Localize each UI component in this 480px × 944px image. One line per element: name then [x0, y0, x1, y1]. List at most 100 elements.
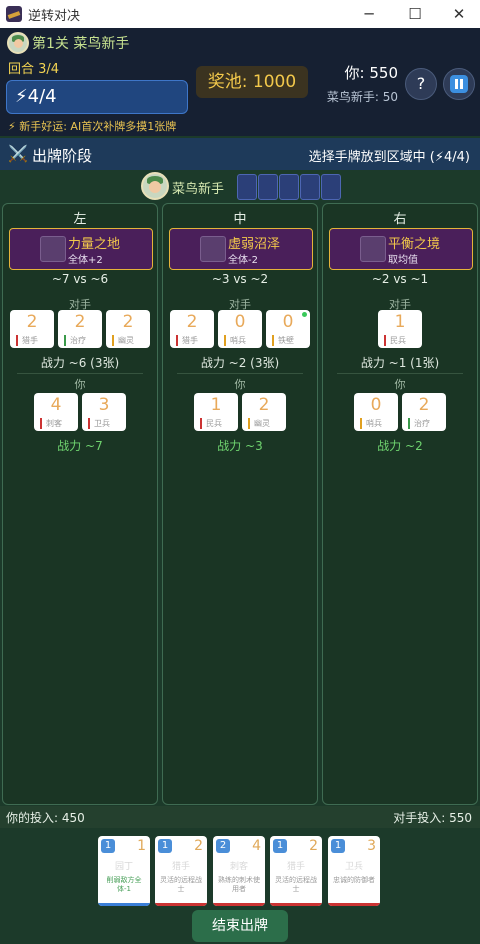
card-power: 2 — [258, 395, 270, 415]
location-name: 力量之地 — [68, 237, 121, 252]
phase-bar: ⚔️ 出牌阶段 选择手牌放到区域中 (⚡4/4) — [0, 138, 480, 170]
location-name: 平衡之境 — [388, 237, 441, 252]
stage-title: 第1关 菜鸟新手 — [32, 36, 130, 52]
opponent-power: 战力 ~2 (3张) — [200, 356, 280, 370]
opponent-played-card[interactable]: 2 猎手 — [10, 310, 54, 348]
card-type-bar — [155, 903, 207, 906]
card-label: 猎手 — [16, 335, 38, 346]
lane-title: 左 — [73, 212, 87, 227]
card-description: 熟练的刺术使用者 — [218, 876, 260, 893]
lane-divider — [17, 373, 143, 374]
minimize-button[interactable]: ─ — [346, 0, 392, 28]
opponent-hand-card — [258, 174, 278, 200]
player-cards: 1 民兵 2 幽灵 — [163, 393, 317, 433]
status-dot-icon — [302, 312, 307, 317]
card-cost: 1 — [158, 839, 172, 853]
maximize-button[interactable]: ☐ — [392, 0, 438, 28]
card-description: 削弱敌方全体-1 — [106, 876, 142, 893]
help-button[interactable]: ? — [405, 68, 437, 100]
card-cost: 1 — [101, 839, 115, 853]
window-title: 逆转对决 — [28, 9, 81, 24]
card-power: 2 — [74, 312, 86, 332]
round-counter: 回合 3/4 — [8, 62, 60, 77]
hand-card[interactable]: 2 4 刺客 熟练的刺术使用者 — [213, 836, 265, 906]
opponent-avatar-icon — [7, 32, 29, 54]
card-description: 灵活的远程战士 — [275, 876, 317, 893]
location-effect: 全体+2 — [68, 255, 103, 266]
card-power: 2 — [418, 395, 430, 415]
location-image-icon — [360, 236, 386, 262]
card-power: 3 — [98, 395, 110, 415]
card-description: 灵活的远程战士 — [160, 876, 202, 893]
location-card[interactable]: 平衡之境 取均值 — [329, 228, 473, 270]
opponent-score: 菜鸟新手: 50 — [326, 90, 398, 104]
card-name: 猎手 — [171, 862, 190, 872]
opponent-name: 菜鸟新手 — [172, 182, 225, 197]
opponent-played-card[interactable]: 1 民兵 — [378, 310, 422, 348]
opponent-investment: 对手投入: 550 — [393, 811, 472, 825]
card-label: 民兵 — [200, 418, 222, 429]
card-name: 猎手 — [286, 862, 305, 872]
location-card[interactable]: 力量之地 全体+2 — [9, 228, 153, 270]
location-card[interactable]: 虚弱沼泽 全体-2 — [169, 228, 313, 270]
player-cards: 0 哨兵 2 治疗 — [323, 393, 477, 433]
card-power: 2 — [26, 312, 38, 332]
card-type-bar — [98, 903, 150, 906]
player-played-card[interactable]: 0 哨兵 — [354, 393, 398, 431]
energy-display: ⚡4/4 — [6, 80, 188, 114]
investment-bar: 你的投入: 450 对手投入: 550 — [0, 806, 480, 828]
card-power: 3 — [367, 838, 376, 854]
phase-hint: 选择手牌放到区域中 (⚡4/4) — [308, 150, 470, 165]
player-played-card[interactable]: 3 卫兵 — [82, 393, 126, 431]
opponent-played-card[interactable]: 2 幽灵 — [106, 310, 150, 348]
lane-score: ~7 vs ~6 — [51, 272, 109, 286]
card-name: 园丁 — [114, 862, 133, 872]
opponent-cards: 2 猎手 2 治疗 2 幽灵 — [3, 310, 157, 350]
lane-0[interactable]: 左 力量之地 全体+2 ~7 vs ~6 对手 2 猎手 2 治疗 2 幽灵 战… — [2, 203, 158, 805]
location-effect: 取均值 — [388, 255, 418, 266]
energy-value: ⚡4/4 — [15, 86, 57, 107]
location-name: 虚弱沼泽 — [228, 237, 281, 252]
card-label: 哨兵 — [224, 335, 246, 346]
lane-title: 右 — [393, 212, 407, 227]
my-investment: 你的投入: 450 — [6, 811, 85, 825]
card-power: 2 — [309, 838, 318, 854]
location-image-icon — [200, 236, 226, 262]
player-label: 你 — [74, 378, 86, 391]
hand-card[interactable]: 1 2 猎手 灵活的远程战士 — [270, 836, 322, 906]
hand-card[interactable]: 1 3 卫兵 忠诚的防御者 — [328, 836, 380, 906]
window-titlebar: 逆转对决 ─ ☐ ✕ — [0, 0, 480, 28]
crossed-swords-icon: ⚔️ — [8, 144, 28, 163]
player-played-card[interactable]: 4 刺客 — [34, 393, 78, 431]
game-header: 第1关 菜鸟新手 回合 3/4 ⚡4/4 ⚡ 新手好运: AI首次补牌多摸1张牌… — [0, 28, 480, 136]
pause-icon — [450, 75, 468, 93]
card-power: 2 — [186, 312, 198, 332]
opponent-cards: 2 猎手 0 哨兵 0 铁壁 — [163, 310, 317, 350]
player-played-card[interactable]: 2 治疗 — [402, 393, 446, 431]
close-button[interactable]: ✕ — [436, 0, 480, 28]
card-type-bar — [270, 903, 322, 906]
player-played-card[interactable]: 1 民兵 — [194, 393, 238, 431]
pause-button[interactable] — [443, 68, 475, 100]
hand-card[interactable]: 1 1 园丁 削弱敌方全体-1 — [98, 836, 150, 906]
opponent-cards: 1 民兵 — [323, 310, 477, 350]
opponent-played-card[interactable]: 2 治疗 — [58, 310, 102, 348]
lane-1[interactable]: 中 虚弱沼泽 全体-2 ~3 vs ~2 对手 2 猎手 0 哨兵 0 铁壁 战… — [162, 203, 318, 805]
opponent-power: 战力 ~1 (1张) — [360, 356, 440, 370]
player-power: 战力 ~7 — [57, 439, 103, 453]
location-effect: 全体-2 — [228, 255, 258, 266]
card-label: 铁壁 — [272, 335, 294, 346]
location-image-icon — [40, 236, 66, 262]
hand-card[interactable]: 1 2 猎手 灵活的远程战士 — [155, 836, 207, 906]
app-icon — [6, 6, 22, 22]
lane-2[interactable]: 右 平衡之境 取均值 ~2 vs ~1 对手 1 民兵 战力 ~1 (1张) 你 0 — [322, 203, 478, 805]
opponent-played-card[interactable]: 0 铁壁 — [266, 310, 310, 348]
opponent-played-card[interactable]: 2 猎手 — [170, 310, 214, 348]
opponent-played-card[interactable]: 0 哨兵 — [218, 310, 262, 348]
lane-divider — [337, 373, 463, 374]
end-turn-button[interactable]: 结束出牌 — [192, 910, 288, 942]
player-played-card[interactable]: 2 幽灵 — [242, 393, 286, 431]
card-label: 猎手 — [176, 335, 198, 346]
card-power: 1 — [394, 312, 406, 332]
card-power: 1 — [137, 838, 146, 854]
